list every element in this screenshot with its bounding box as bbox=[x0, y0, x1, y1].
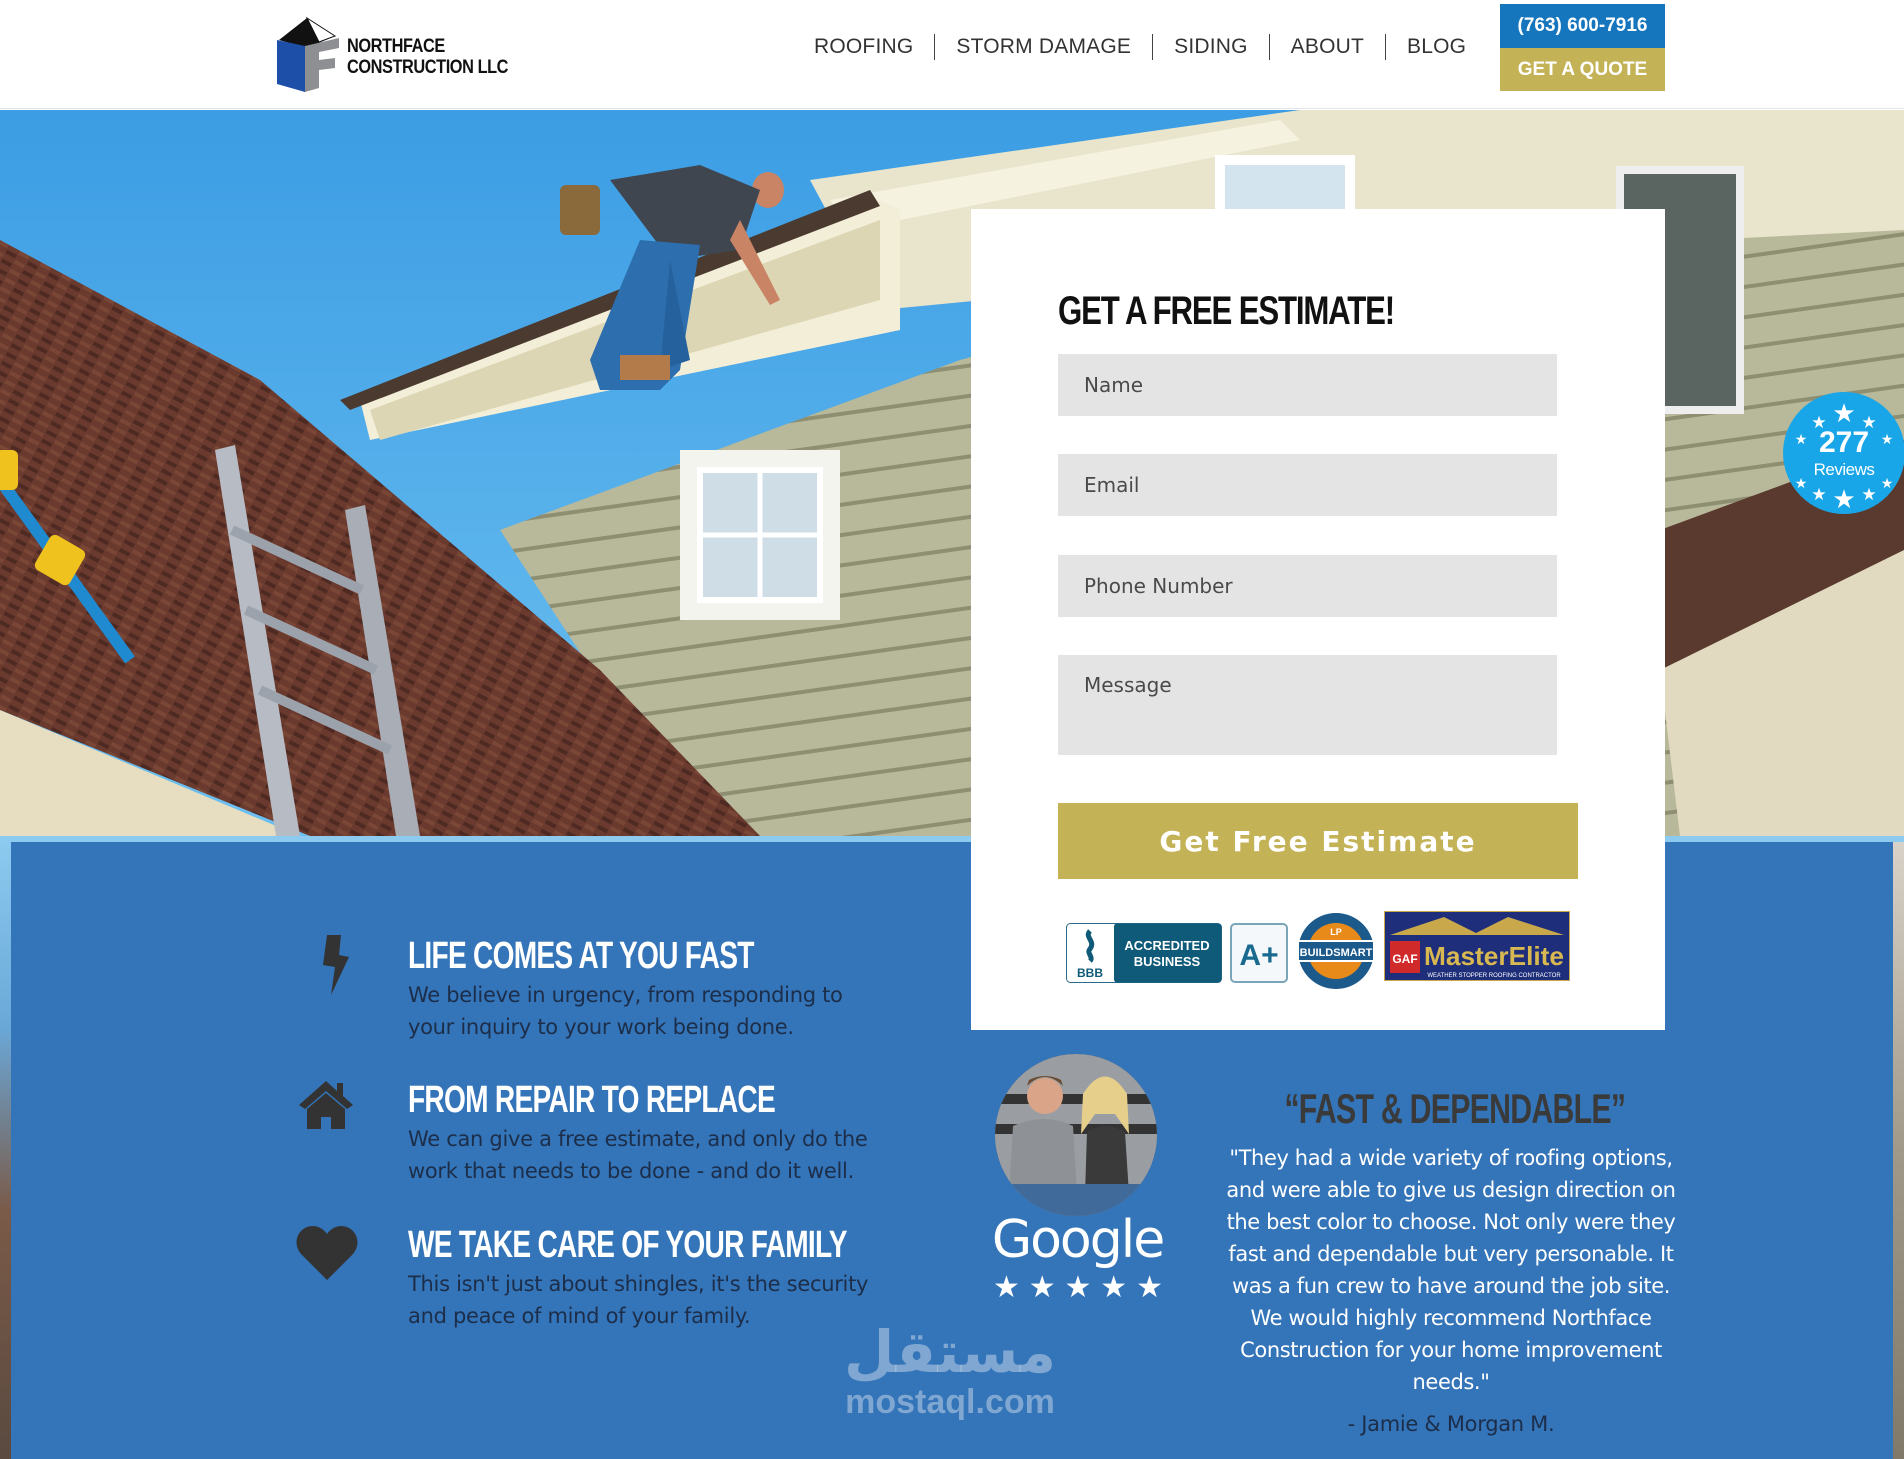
nav-divider bbox=[1385, 34, 1386, 60]
email-input[interactable] bbox=[1058, 454, 1557, 516]
lp-buildsmart-badge: BUILDSMART LP bbox=[1297, 913, 1375, 989]
feature-description: This isn't just about shingles, it's the… bbox=[408, 1272, 869, 1328]
feature-title: FROM REPAIR TO REPLACE bbox=[408, 1079, 776, 1121]
bbb-line1: ACCREDITED bbox=[1124, 938, 1209, 953]
phone-number-button[interactable]: (763) 600-7916 bbox=[1500, 4, 1665, 48]
message-input[interactable] bbox=[1058, 655, 1557, 755]
get-a-quote-button[interactable]: GET A QUOTE bbox=[1500, 48, 1665, 91]
star-icon: ★ bbox=[1100, 1271, 1128, 1304]
star-icon: ★ bbox=[993, 1271, 1020, 1304]
background-photo-edge bbox=[0, 842, 11, 1459]
company-name-line2: CONSTRUCTION LLC bbox=[347, 57, 509, 78]
nav-divider bbox=[1152, 34, 1154, 60]
lp-brand: LP bbox=[1330, 927, 1342, 937]
bbb-mark: BBB bbox=[1077, 966, 1103, 980]
watermark-latin: mostaql.com bbox=[845, 1383, 1055, 1421]
nav-divider bbox=[1268, 34, 1270, 60]
feature-description: We can give a free estimate, and only do… bbox=[408, 1127, 868, 1183]
gaf-name: MasterElite bbox=[1424, 941, 1564, 971]
lightning-bolt-icon bbox=[323, 935, 349, 995]
google-logo-text: Google bbox=[991, 1210, 1165, 1270]
name-input[interactable] bbox=[1058, 354, 1557, 416]
form-title: GET A FREE ESTIMATE! bbox=[1058, 289, 1395, 333]
nav-blog[interactable]: BLOG bbox=[1407, 35, 1466, 59]
svg-text:★: ★ bbox=[1861, 485, 1876, 505]
company-logo[interactable]: NF NORTHFACE CONSTRUCTION LLC bbox=[273, 14, 533, 94]
company-name: NORTHFACE CONSTRUCTION LLC bbox=[347, 36, 508, 78]
nav-siding[interactable]: SIDING bbox=[1174, 35, 1248, 59]
bbb-line2: BUSINESS bbox=[1134, 954, 1201, 969]
mostaql-watermark: مستقل mostaql.com bbox=[835, 1320, 1065, 1420]
lp-name: BUILDSMART bbox=[1300, 947, 1373, 959]
feature-description: We believe in urgency, from responding t… bbox=[408, 983, 843, 1039]
star-icon: ★ bbox=[1064, 1271, 1092, 1304]
background-photo-edge bbox=[1893, 842, 1904, 1459]
main-nav: ROOFING STORM DAMAGE SIDING ABOUT BLOG bbox=[814, 32, 1466, 62]
gaf-master-elite-badge: GAF MasterElite WEATHER STOPPER ROOFING … bbox=[1384, 911, 1570, 981]
testimonial-author: - Jamie & Morgan M. bbox=[1347, 1412, 1555, 1436]
rating-text: A+ bbox=[1239, 939, 1278, 972]
reviews-count: 277 bbox=[1818, 426, 1870, 459]
nav-roofing[interactable]: ROOFING bbox=[814, 35, 913, 59]
svg-text:★: ★ bbox=[1832, 485, 1855, 514]
five-star-rating: ★ ★ ★ ★ ★ bbox=[993, 1270, 1163, 1305]
reviewer-couple-image bbox=[995, 1054, 1157, 1216]
get-free-estimate-button[interactable]: Get Free Estimate bbox=[1058, 803, 1578, 879]
star-icon: ★ bbox=[1136, 1271, 1163, 1304]
feature-title: WE TAKE CARE OF YOUR FAMILY bbox=[408, 1224, 848, 1266]
bbb-accredited-badge: BBB ACCREDITED BUSINESS bbox=[1066, 923, 1222, 983]
watermark-arabic: مستقل bbox=[843, 1318, 1057, 1386]
company-name-line1: NORTHFACE bbox=[347, 36, 445, 57]
heart-icon bbox=[296, 1226, 358, 1280]
nf-logo-icon: NF bbox=[277, 16, 339, 92]
reviews-count-badge[interactable]: ★ ★ ★ ★ ★ ★ ★ ★ ★ ★ 277 Reviews bbox=[1783, 392, 1904, 514]
home-icon bbox=[299, 1081, 353, 1129]
site-header: NF NORTHFACE CONSTRUCTION LLC ROOFING ST… bbox=[0, 0, 1904, 109]
svg-text:★: ★ bbox=[1811, 485, 1826, 505]
svg-text:★: ★ bbox=[1832, 399, 1855, 429]
testimonial-title: “FAST & DEPENDABLE” bbox=[1284, 1085, 1626, 1132]
a-plus-rating-badge: A+ bbox=[1230, 923, 1288, 983]
star-icon: ★ bbox=[1028, 1271, 1056, 1304]
gaf-sub: WEATHER STOPPER ROOFING CONTRACTOR bbox=[1427, 973, 1561, 979]
testimonial-quote: "They had a wide variety of roofing opti… bbox=[1226, 1146, 1676, 1394]
reviewer-photo bbox=[995, 1054, 1157, 1216]
nav-divider bbox=[934, 34, 936, 60]
phone-input[interactable] bbox=[1058, 555, 1557, 617]
reviews-label: Reviews bbox=[1813, 460, 1875, 479]
gaf-brand: GAF bbox=[1392, 952, 1417, 966]
nav-about[interactable]: ABOUT bbox=[1291, 35, 1364, 59]
feature-title: LIFE COMES AT YOU FAST bbox=[408, 935, 754, 977]
estimate-form: GET A FREE ESTIMATE! Get Free Estimate B… bbox=[971, 209, 1665, 1030]
nav-storm-damage[interactable]: STORM DAMAGE bbox=[956, 35, 1131, 59]
